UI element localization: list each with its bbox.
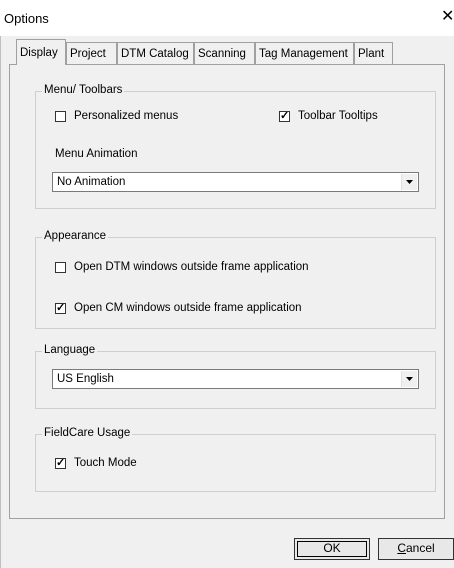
tab-label: Plant (358, 48, 385, 60)
checkbox-label: Open CM windows outside frame applicatio… (74, 302, 302, 314)
chevron-down-icon[interactable] (401, 371, 417, 387)
personalized-menus-checkbox[interactable]: Personalized menus (55, 110, 178, 122)
chevron-down-icon[interactable] (401, 174, 417, 190)
tab-dtm-catalog[interactable]: DTM Catalog (117, 42, 194, 64)
tab-label: Tag Management (259, 48, 348, 60)
groupbox-title: FieldCare Usage (42, 427, 133, 439)
window-title: Options (4, 11, 49, 26)
cancel-button[interactable]: Cancel (378, 538, 454, 560)
open-cm-windows-checkbox[interactable]: ✓ Open CM windows outside frame applicat… (55, 302, 302, 314)
cancel-mnemonic: C (397, 541, 406, 555)
tab-scanning[interactable]: Scanning (194, 42, 255, 64)
open-dtm-windows-checkbox[interactable]: Open DTM windows outside frame applicati… (55, 261, 309, 273)
checkmark-icon: ✓ (56, 301, 66, 314)
checkmark-icon: ✓ (56, 456, 66, 469)
groupbox-appearance (35, 237, 436, 329)
touch-mode-checkbox[interactable]: ✓ Touch Mode (55, 457, 137, 469)
tab-label: Scanning (198, 48, 246, 60)
checkbox-box: ✓ (279, 109, 290, 122)
tab-tag-management[interactable]: Tag Management (255, 42, 354, 64)
checkbox-label: Touch Mode (74, 457, 137, 469)
groupbox-title: Language (42, 344, 98, 356)
groupbox-title: Appearance (42, 230, 109, 242)
cancel-label: ancel (405, 541, 435, 555)
menu-animation-label: Menu Animation (55, 148, 138, 160)
checkbox-label: Personalized menus (74, 110, 179, 122)
toolbar-tooltips-checkbox[interactable]: ✓ Toolbar Tooltips (279, 110, 378, 122)
menu-animation-select[interactable]: No Animation (52, 172, 419, 192)
checkbox-box (55, 261, 66, 273)
checkbox-box: ✓ (55, 456, 66, 469)
tab-label: DTM Catalog (121, 48, 189, 60)
tab-display[interactable]: Display (16, 39, 66, 65)
title-bar: Options ✕ (0, 0, 454, 36)
tab-plant[interactable]: Plant (354, 42, 393, 64)
tab-label: Display (20, 47, 58, 59)
ok-button[interactable]: OK (294, 538, 370, 560)
checkmark-icon: ✓ (280, 109, 290, 122)
select-value: US English (57, 373, 114, 385)
tab-label: Project (70, 48, 106, 60)
checkbox-box: ✓ (55, 301, 66, 314)
tab-project[interactable]: Project (66, 42, 117, 64)
language-select[interactable]: US English (52, 369, 419, 389)
checkbox-box (55, 110, 66, 122)
select-value: No Animation (57, 176, 126, 188)
checkbox-label: Open DTM windows outside frame applicati… (74, 261, 309, 273)
close-icon[interactable]: ✕ (441, 9, 454, 25)
checkbox-label: Toolbar Tooltips (298, 110, 378, 122)
groupbox-title: Menu/ Toolbars (42, 84, 125, 96)
